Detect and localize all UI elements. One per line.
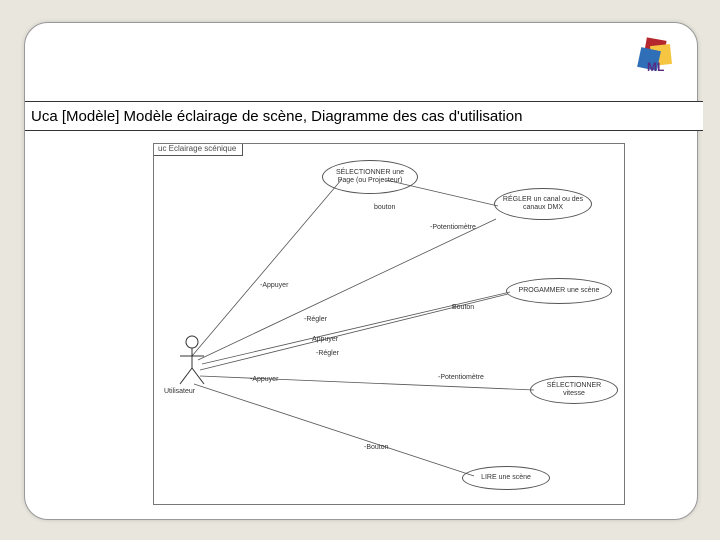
actor-label: Utilisateur <box>164 388 195 395</box>
frame-label: uc Eclairage scénique <box>154 144 243 156</box>
label-appuyer-2: Appuyer <box>312 336 338 343</box>
label-bouton-2: Bouton <box>452 304 474 311</box>
usecase-select-page: SÉLECTIONNER une Page (ou Projecteur) <box>322 160 418 194</box>
label-potentiometre-1: -Potentiomètre <box>430 224 476 231</box>
label-appuyer-1: -Appuyer <box>260 282 288 289</box>
label-potentiometre-2: -Potentiomètre <box>438 374 484 381</box>
diagram-title: Uca [Modèle] Modèle éclairage de scène, … <box>31 108 522 125</box>
sysml-logo: ML <box>637 35 681 84</box>
usecase-regler-canal: RÉGLER un canal ou des canaux DMX <box>494 188 592 220</box>
label-regler-2: -Régler <box>316 350 339 357</box>
svg-text:ML: ML <box>647 60 664 74</box>
label-appuyer-3: -Appuyer <box>250 376 278 383</box>
slide-frame: ML Uca [Modèle] Modèle éclairage de scèn… <box>24 22 698 520</box>
label-bouton-3: -Bouton <box>364 444 389 451</box>
usecase-programmer-scene: PROGAMMER une scène <box>506 278 612 304</box>
usecase-lire-scene: LIRE une scène <box>462 466 550 490</box>
usecase-diagram: uc Eclairage scénique Utilisateur <box>153 143 625 505</box>
diagram-title-bar: Uca [Modèle] Modèle éclairage de scène, … <box>25 101 703 131</box>
usecase-select-vitesse: SÉLECTIONNER vitesse <box>530 376 618 404</box>
label-bouton-1: bouton <box>374 204 395 211</box>
label-regler-1: -Régler <box>304 316 327 323</box>
